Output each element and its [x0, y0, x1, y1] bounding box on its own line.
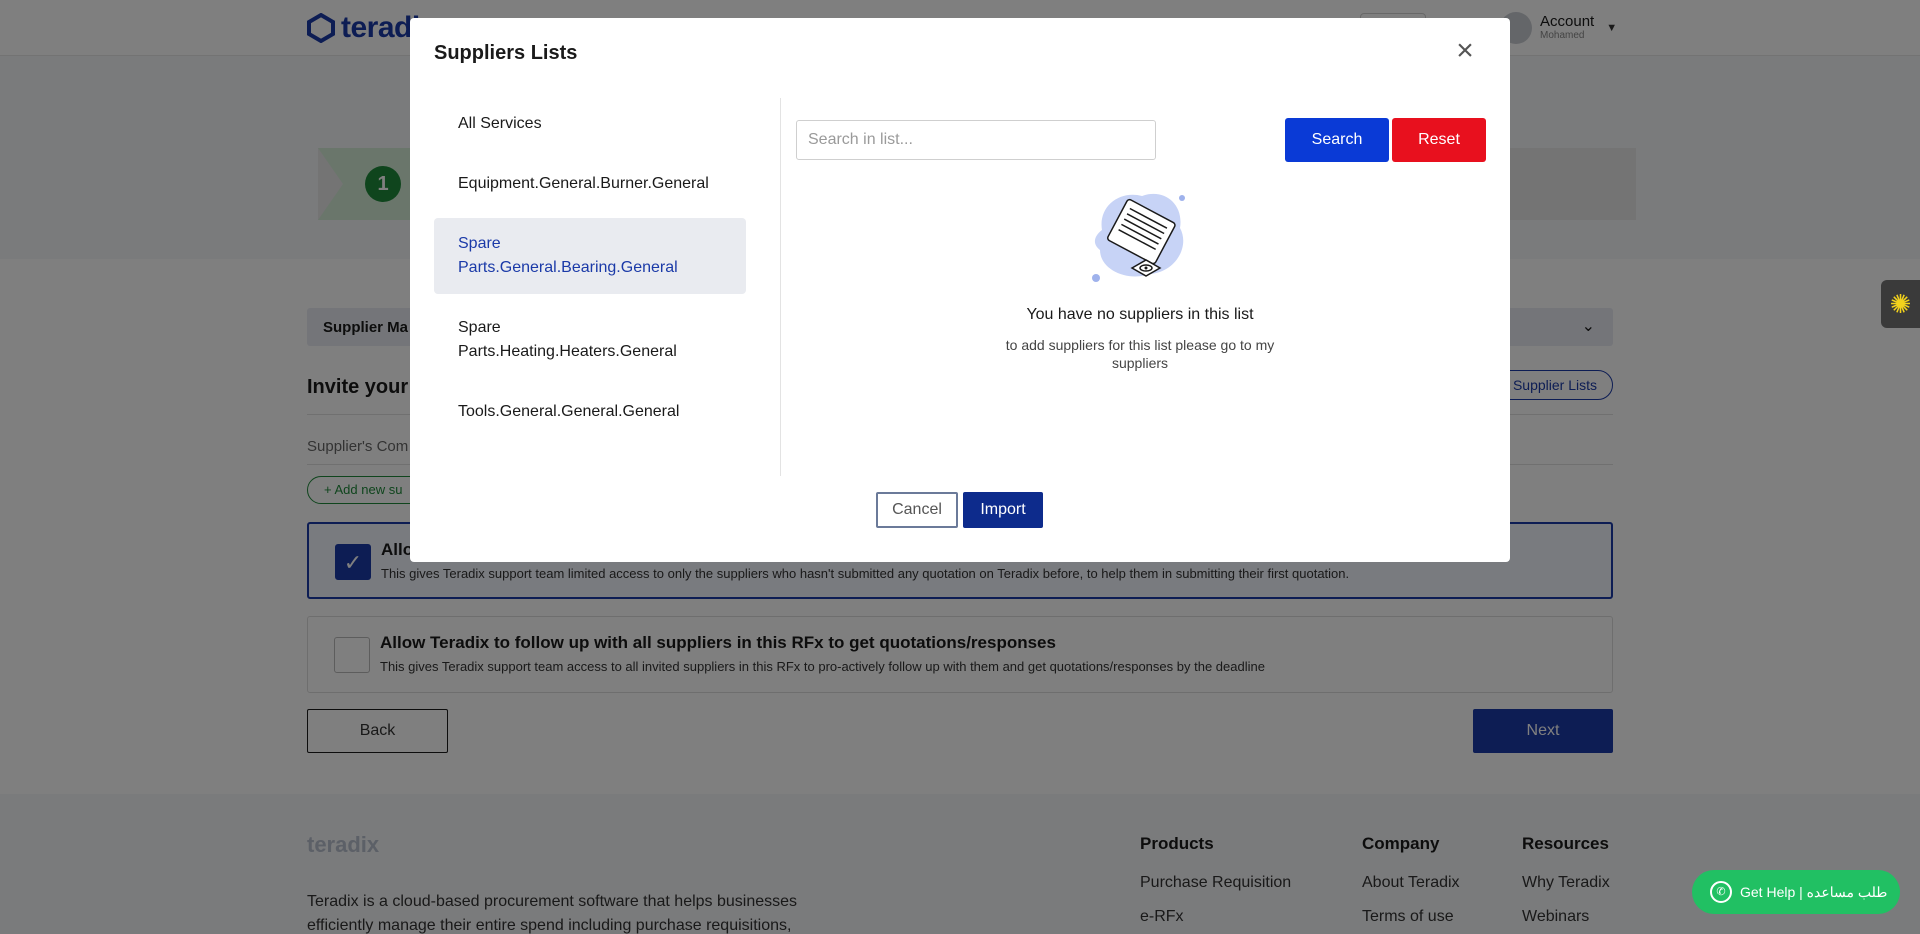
empty-state-description: to add suppliers for this list please go…	[1005, 337, 1275, 371]
divider	[780, 98, 781, 476]
search-button[interactable]: Search	[1285, 118, 1389, 162]
get-help-button[interactable]: ✆ Get Help | طلب مساعده	[1692, 870, 1900, 914]
list-item-spare-heaters[interactable]: Spare Parts.Heating.Heaters.General	[434, 316, 746, 364]
list-item-spare-bearing[interactable]: Spare Parts.General.Bearing.General	[434, 218, 746, 294]
suppliers-lists-modal: Suppliers Lists × All Services Equipment…	[410, 18, 1510, 562]
empty-state-title: You have no suppliers in this list	[1026, 306, 1254, 323]
list-item-equipment-burner[interactable]: Equipment.General.Burner.General	[434, 172, 746, 196]
lists-sidebar: All Services Equipment.General.Burner.Ge…	[434, 98, 746, 478]
whatsapp-icon: ✆	[1710, 881, 1732, 903]
list-item-all-services[interactable]: All Services	[434, 112, 746, 136]
help-label: Get Help | طلب مساعده	[1740, 884, 1888, 900]
import-button[interactable]: Import	[963, 492, 1043, 528]
list-item-tools[interactable]: Tools.General.General.General	[434, 400, 746, 424]
modal-title: Suppliers Lists	[434, 42, 578, 64]
cancel-button[interactable]: Cancel	[876, 492, 958, 528]
close-icon[interactable]: ×	[1450, 36, 1480, 66]
search-input[interactable]	[796, 120, 1156, 160]
reset-button[interactable]: Reset	[1392, 118, 1486, 162]
sun-icon[interactable]: ✺	[1881, 280, 1920, 328]
document-illustration-icon	[1092, 193, 1185, 282]
